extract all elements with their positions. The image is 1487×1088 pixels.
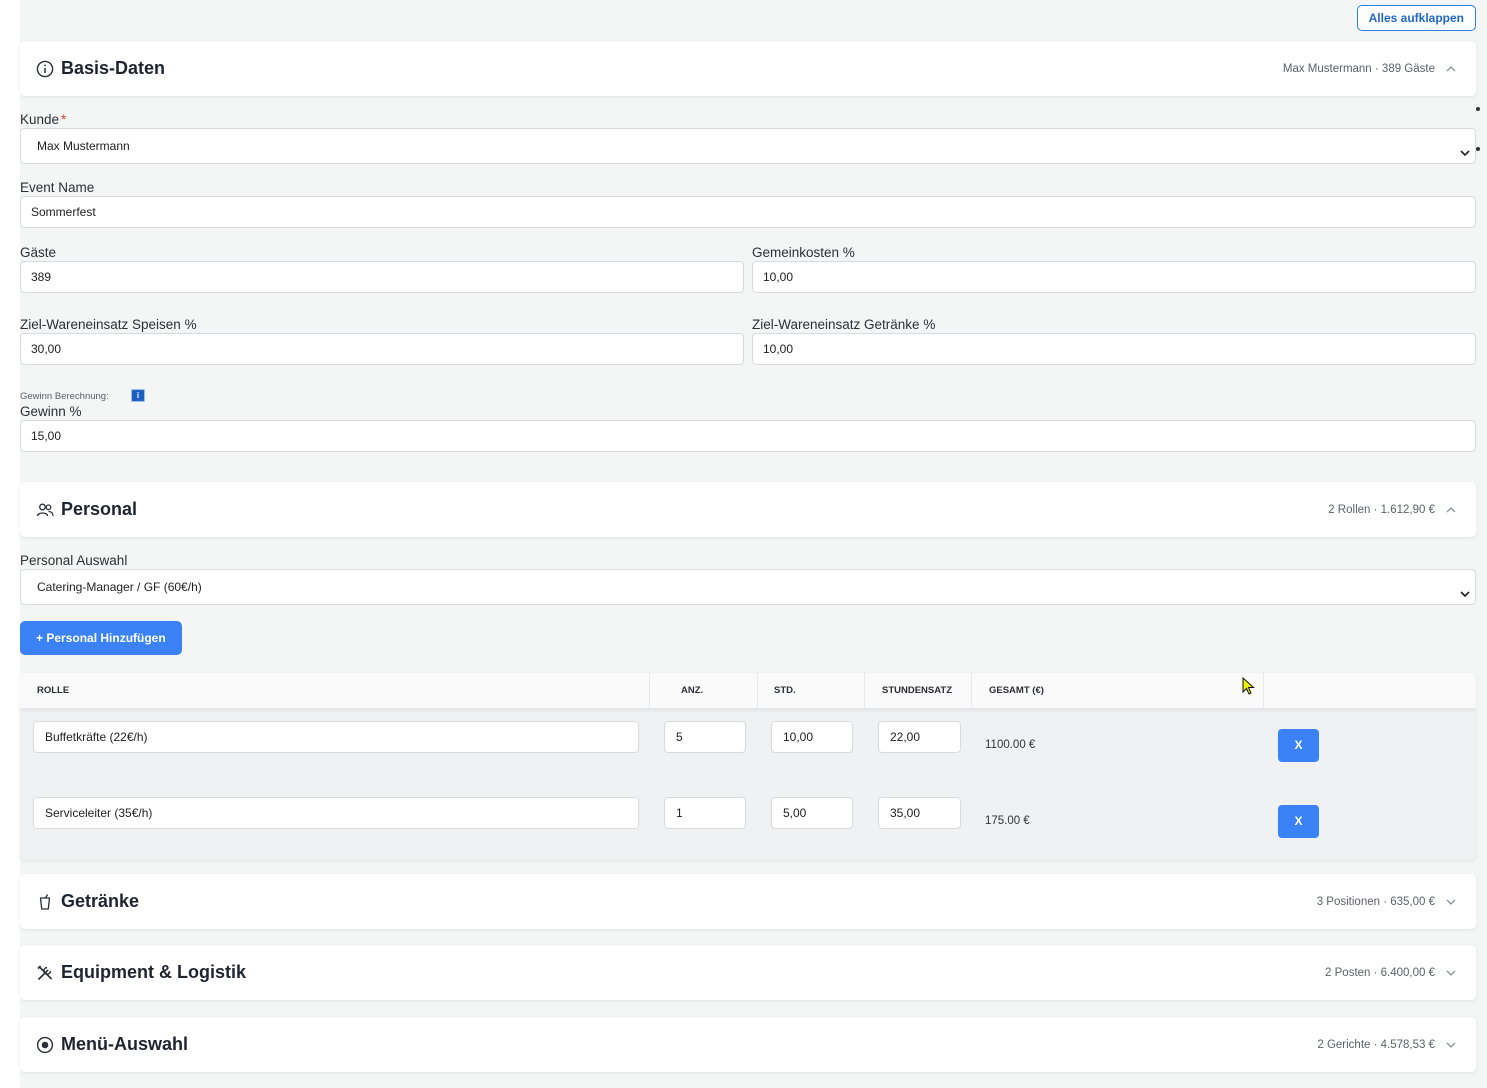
cup-icon <box>36 893 54 911</box>
gesamt-value: 1100.00 € <box>985 739 1036 751</box>
section-equipment-header[interactable]: Equipment & Logistik 2 Posten · 6.400,00… <box>20 945 1476 1000</box>
chevron-down-icon[interactable] <box>1444 895 1458 909</box>
column-header-gesamt: GESAMT (€) <box>972 673 1264 709</box>
chevron-down-icon <box>1459 138 1471 157</box>
section-summary: 2 Posten · 6.400,00 € <box>1325 966 1435 979</box>
gewinn-berechnung-label: Gewinn Berechnung: <box>20 391 109 402</box>
info-icon[interactable]: i <box>131 389 145 402</box>
required-mark: * <box>61 112 67 127</box>
stunden-input[interactable]: 5,00 <box>771 797 853 829</box>
chevron-up-icon[interactable] <box>1444 503 1458 517</box>
ziel-speisen-label: Ziel-Wareneinsatz Speisen % <box>20 317 197 332</box>
decoration-dot <box>1476 147 1480 151</box>
gewinn-input[interactable]: 15,00 <box>20 420 1476 452</box>
section-menu-header[interactable]: Menü-Auswahl 2 Gerichte · 4.578,53 € <box>20 1017 1476 1072</box>
event-name-label: Event Name <box>20 180 95 195</box>
gesamt-value: 175.00 € <box>985 815 1030 827</box>
anzahl-input[interactable]: 1 <box>664 797 746 829</box>
rolle-input[interactable]: Serviceleiter (35€/h) <box>33 797 639 829</box>
users-icon <box>36 501 54 519</box>
section-title: Menü-Auswahl <box>61 1034 189 1054</box>
personal-select-value: Catering-Manager / GF (60€/h) <box>37 580 202 594</box>
section-title: Personal <box>61 499 138 519</box>
personal-select[interactable]: Catering-Manager / GF (60€/h) <box>20 569 1476 605</box>
stundensatz-input[interactable]: 22,00 <box>878 721 961 753</box>
decoration-dot <box>1476 107 1480 111</box>
expand-all-button[interactable]: Alles aufklappen <box>1356 5 1476 31</box>
add-personal-button[interactable]: + Personal Hinzufügen <box>20 621 182 655</box>
section-summary: Max Mustermann · 389 Gäste <box>1282 62 1435 75</box>
top-actions: Alles aufklappen <box>1356 5 1476 31</box>
remove-row-button[interactable]: X <box>1278 805 1319 838</box>
ziel-getraenke-input[interactable]: 10,00 <box>752 333 1476 365</box>
rolle-input[interactable]: Buffetkräfte (22€/h) <box>33 721 639 753</box>
gemeinkosten-input[interactable]: 10,00 <box>752 261 1476 293</box>
stunden-input[interactable]: 10,00 <box>771 721 853 753</box>
section-summary: 3 Positionen · 635,00 € <box>1316 895 1435 908</box>
column-header-stundensatz: STUNDENSATZ <box>865 673 972 709</box>
column-header-std: STD. <box>757 673 865 709</box>
remove-row-button[interactable]: X <box>1278 729 1319 762</box>
page-left-strip <box>0 0 20 1088</box>
dish-icon <box>36 1036 54 1054</box>
ziel-getraenke-label: Ziel-Wareneinsatz Getränke % <box>752 317 936 332</box>
section-basis-daten-header[interactable]: Basis-Daten Max Mustermann · 389 Gäste <box>20 41 1476 96</box>
section-title: Equipment & Logistik <box>61 962 247 982</box>
tools-icon <box>36 964 54 982</box>
section-title: Getränke <box>61 891 140 911</box>
stundensatz-input[interactable]: 35,00 <box>878 797 961 829</box>
chevron-down-icon <box>1459 579 1471 598</box>
kunde-select[interactable]: Max Mustermann <box>20 128 1476 164</box>
table-header: ROLLE ANZ. STD. STUNDENSATZ GESAMT (€) <box>20 673 1476 709</box>
anzahl-input[interactable]: 5 <box>664 721 746 753</box>
chevron-down-icon[interactable] <box>1444 966 1458 980</box>
section-getraenke-header[interactable]: Getränke 3 Positionen · 635,00 € <box>20 874 1476 929</box>
kunde-label: Kunde * <box>20 112 67 127</box>
column-header-rolle: ROLLE <box>20 673 650 709</box>
gaeste-label: Gäste <box>20 245 57 260</box>
chevron-up-icon[interactable] <box>1444 62 1458 76</box>
section-summary: 2 Gerichte · 4.578,53 € <box>1317 1038 1435 1051</box>
mouse-cursor-icon <box>1242 676 1256 702</box>
event-name-input[interactable]: Sommerfest <box>20 196 1476 228</box>
section-title: Basis-Daten <box>61 58 166 78</box>
column-header-anz: ANZ. <box>664 673 758 709</box>
info-circle-icon <box>36 60 54 78</box>
kunde-select-value: Max Mustermann <box>37 139 130 153</box>
ziel-speisen-input[interactable]: 30,00 <box>20 333 744 365</box>
chevron-down-icon[interactable] <box>1444 1038 1458 1052</box>
section-personal-header[interactable]: Personal 2 Rollen · 1.612,90 € <box>20 482 1476 537</box>
section-summary: 2 Rollen · 1.612,90 € <box>1328 503 1435 516</box>
gaeste-input[interactable]: 389 <box>20 261 744 293</box>
gemeinkosten-label: Gemeinkosten % <box>752 245 855 260</box>
personal-table: ROLLE ANZ. STD. STUNDENSATZ GESAMT (€) B… <box>20 673 1476 860</box>
personal-auswahl-label: Personal Auswahl <box>20 553 128 568</box>
gewinn-label: Gewinn % <box>20 404 82 419</box>
